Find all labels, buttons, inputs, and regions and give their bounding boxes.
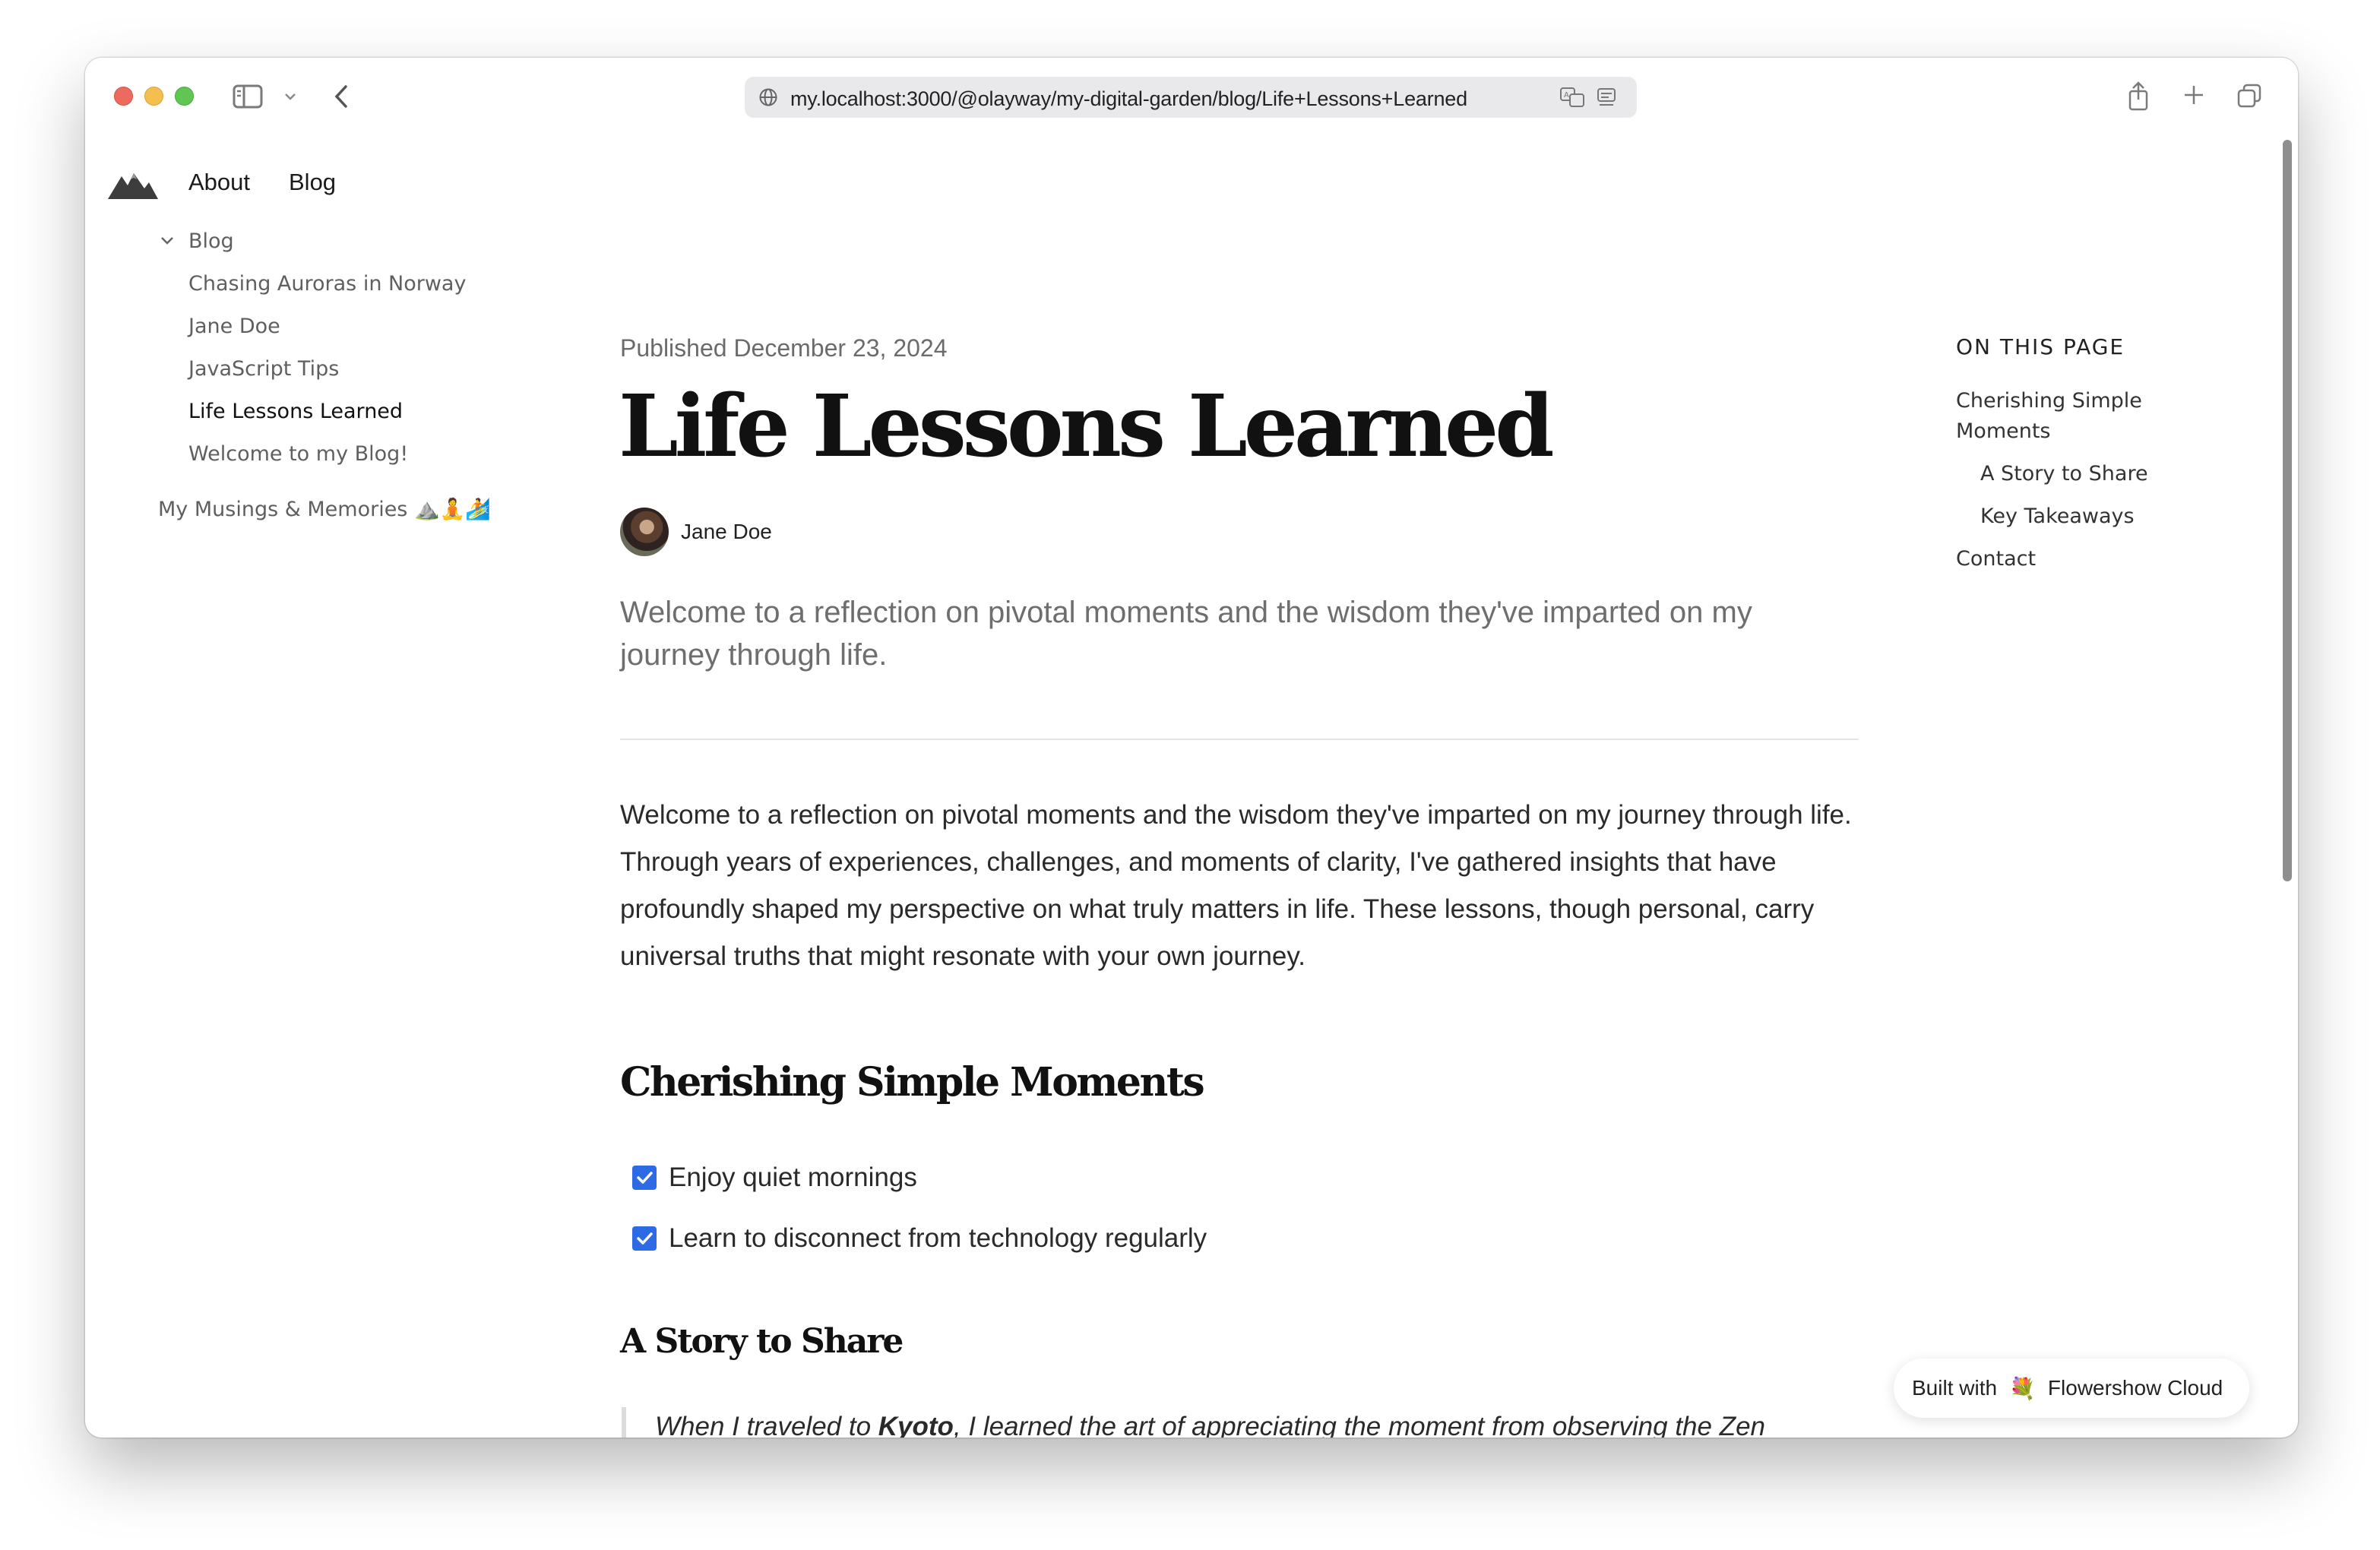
flower-bouquet-icon: 💐 [2009,1376,2036,1400]
blockquote-bold: Kyoto [878,1412,954,1438]
new-tab-icon[interactable] [2181,82,2207,108]
svg-text:A: A [1564,91,1569,100]
sidebar-item-javascript-tips[interactable]: JavaScript Tips [188,357,339,381]
share-icon[interactable] [2125,79,2152,112]
nav-blog-link[interactable]: Blog [289,169,336,196]
globe-icon [759,88,777,106]
mountain-logo-icon [108,173,158,199]
nav-about-link[interactable]: About [188,169,250,196]
sidebar-item-welcome[interactable]: Welcome to my Blog! [188,442,408,466]
chevron-down-icon[interactable] [160,236,175,246]
sidebar-item-chasing-auroras[interactable]: Chasing Auroras in Norway [188,272,466,296]
checklist-item-label: Learn to disconnect from technology regu… [669,1223,1207,1253]
checkmark-icon [637,1172,653,1184]
toc-item-story[interactable]: A Story to Share [1980,459,2148,489]
page-title: Life Lessons Learned [619,377,1555,476]
divider [620,739,1859,740]
chevron-down-icon[interactable] [281,88,299,105]
back-arrow-icon[interactable] [328,82,354,111]
blockquote: When I traveled to Kyoto, I learned the … [655,1412,1765,1438]
toc-item-cherishing[interactable]: Cherishing Simple Moments [1956,386,2184,447]
sidebar-item-musings[interactable]: My Musings & Memories ⛰️🧘🏄 [158,497,491,521]
sidebar-item-life-lessons-active[interactable]: Life Lessons Learned [188,400,403,423]
checkmark-icon [637,1232,653,1245]
author-name[interactable]: Jane Doe [681,520,772,544]
built-with-prefix: Built with [1912,1376,1998,1400]
scrollbar-thumb[interactable] [2283,140,2292,881]
article-lead: Welcome to a reflection on pivotal momen… [620,596,1752,672]
intro-paragraph: Welcome to a reflection on pivotal momen… [620,800,1852,971]
sidebar-section-blog[interactable]: Blog [188,229,234,253]
site-logo[interactable] [108,170,158,204]
zoom-window-button[interactable] [175,87,194,106]
browser-window: my.localhost:3000/@olayway/my-digital-ga… [85,58,2298,1438]
address-bar[interactable]: my.localhost:3000/@olayway/my-digital-ga… [745,77,1637,118]
built-with-badge[interactable]: Built with 💐 Flowershow Cloud [1894,1359,2249,1418]
heading-a-story-to-share: A Story to Share [620,1322,904,1361]
minimize-window-button[interactable] [144,87,163,106]
sidebar-toggle-icon[interactable] [233,84,263,109]
url-text: my.localhost:3000/@olayway/my-digital-ga… [790,87,1467,110]
reader-mode-icon[interactable] [1596,87,1617,108]
toc-heading: ON THIS PAGE [1956,334,2125,359]
close-window-button[interactable] [114,87,133,106]
published-date: Published December 23, 2024 [620,334,948,362]
toc-item-contact[interactable]: Contact [1956,544,2036,574]
avatar[interactable] [620,508,669,556]
checkbox-checked[interactable] [632,1166,657,1190]
blockquote-bar [622,1407,626,1438]
tab-overview-icon[interactable] [2236,82,2263,109]
built-with-name: Flowershow Cloud [2047,1376,2223,1400]
checkbox-checked[interactable] [632,1226,657,1251]
checklist-item-label: Enjoy quiet mornings [669,1162,917,1192]
toc-item-takeaways[interactable]: Key Takeaways [1980,501,2135,532]
heading-cherishing-simple-moments: Cherishing Simple Moments [620,1059,1205,1106]
sidebar-item-jane-doe[interactable]: Jane Doe [188,315,280,338]
translate-icon[interactable]: A [1559,86,1587,109]
browser-toolbar: my.localhost:3000/@olayway/my-digital-ga… [85,58,2298,134]
